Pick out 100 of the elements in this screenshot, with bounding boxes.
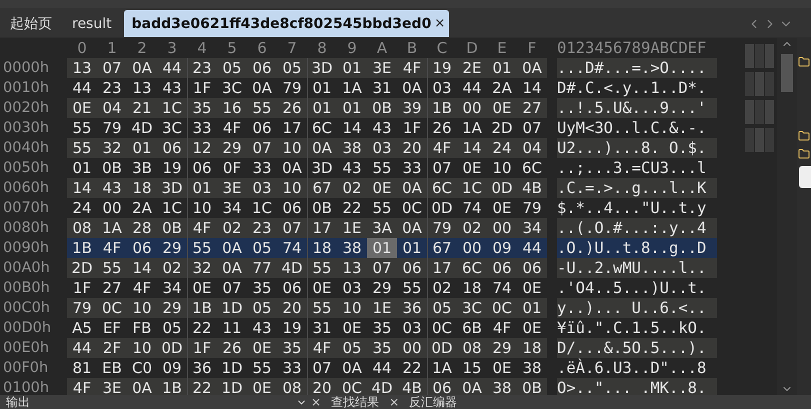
hex-byte[interactable]: 0E xyxy=(457,158,487,178)
hex-byte[interactable]: 74 xyxy=(457,198,487,218)
hex-byte[interactable]: 01 xyxy=(127,138,157,158)
hex-byte[interactable]: 05 xyxy=(157,318,187,338)
hex-byte[interactable]: 22 xyxy=(397,358,427,378)
hex-byte[interactable]: 0C xyxy=(487,298,517,318)
hex-byte[interactable]: 01 xyxy=(397,238,427,258)
hex-byte[interactable]: 6B xyxy=(457,318,487,338)
hex-byte[interactable]: 22 xyxy=(337,198,367,218)
hex-byte[interactable]: 0A xyxy=(247,78,277,98)
hex-byte[interactable]: 43 xyxy=(97,178,127,198)
hex-byte[interactable]: 08 xyxy=(67,218,97,238)
hex-byte[interactable]: 1E xyxy=(337,218,367,238)
hex-byte[interactable]: 74 xyxy=(487,278,517,298)
hex-byte[interactable]: 1C xyxy=(157,98,187,118)
hex-byte[interactable]: 4F xyxy=(127,278,157,298)
hex-byte[interactable]: 0C xyxy=(97,298,127,318)
scrollbar-thumb[interactable] xyxy=(781,54,793,92)
hex-byte[interactable]: 24 xyxy=(67,198,97,218)
hex-byte[interactable]: 55 xyxy=(397,278,427,298)
hex-byte[interactable]: 3C xyxy=(217,78,247,98)
hex-byte[interactable]: 44 xyxy=(367,358,397,378)
hex-byte[interactable]: 0A xyxy=(397,218,427,238)
hex-byte[interactable]: 55 xyxy=(307,258,337,278)
hex-byte[interactable]: 0E xyxy=(487,198,517,218)
hex-byte[interactable]: 03 xyxy=(337,278,367,298)
hex-byte[interactable]: 1C xyxy=(157,198,187,218)
hex-byte[interactable]: 29 xyxy=(487,338,517,358)
hex-byte[interactable]: 07 xyxy=(97,58,127,78)
hex-byte[interactable]: 0D xyxy=(427,338,457,358)
hex-byte[interactable]: 08 xyxy=(457,338,487,358)
hex-byte[interactable]: 02 xyxy=(217,218,247,238)
hex-byte[interactable]: 06 xyxy=(187,158,217,178)
hex-byte[interactable]: 1A xyxy=(427,358,457,378)
hex-byte[interactable]: A5 xyxy=(67,318,97,338)
hex-byte[interactable]: 35 xyxy=(367,338,397,358)
hex-byte[interactable]: 18 xyxy=(457,278,487,298)
hex-byte[interactable]: 38 xyxy=(517,358,547,378)
hex-byte[interactable]: 67 xyxy=(307,178,337,198)
hex-byte[interactable]: 0E xyxy=(337,318,367,338)
tab[interactable]: badd3e0621ff43de8cf802545bbd3ed0 × xyxy=(124,10,450,37)
hex-byte[interactable]: 34 xyxy=(217,198,247,218)
hex-byte[interactable]: 19 xyxy=(157,158,187,178)
hex-byte[interactable]: 55 xyxy=(187,238,217,258)
hex-byte[interactable]: 29 xyxy=(217,138,247,158)
hex-byte[interactable]: 06 xyxy=(277,278,307,298)
hex-byte[interactable]: 05 xyxy=(247,298,277,318)
folder-icon[interactable] xyxy=(798,130,810,142)
hex-byte[interactable]: 6C xyxy=(517,158,547,178)
hex-byte[interactable]: 0A xyxy=(127,58,157,78)
hex-byte[interactable]: 55 xyxy=(67,138,97,158)
hex-byte[interactable]: 0A xyxy=(277,158,307,178)
hex-byte[interactable]: 33 xyxy=(397,158,427,178)
hex-byte[interactable]: 15 xyxy=(457,358,487,378)
hex-byte[interactable]: 17 xyxy=(427,258,457,278)
hex-byte[interactable]: 1C xyxy=(247,198,277,218)
hex-byte[interactable]: 0E xyxy=(367,178,397,198)
hex-byte[interactable]: 13 xyxy=(67,58,97,78)
hex-byte[interactable]: 22 xyxy=(187,318,217,338)
hex-byte[interactable]: 06 xyxy=(247,58,277,78)
hex-byte[interactable]: C0 xyxy=(127,358,157,378)
hex-byte[interactable]: 18 xyxy=(127,178,157,198)
hex-byte[interactable]: 35 xyxy=(247,278,277,298)
hex-byte[interactable]: 1F xyxy=(187,78,217,98)
hex-byte[interactable]: 23 xyxy=(187,58,217,78)
hex-byte[interactable]: 10 xyxy=(127,338,157,358)
hex-byte[interactable]: 81 xyxy=(67,358,97,378)
hex-byte[interactable]: 19 xyxy=(277,318,307,338)
hex-byte[interactable]: 1A xyxy=(457,118,487,138)
hex-byte[interactable]: 14 xyxy=(337,118,367,138)
hex-byte[interactable]: 2D xyxy=(67,258,97,278)
hex-byte[interactable]: 38 xyxy=(337,138,367,158)
hex-byte[interactable]: 01 xyxy=(187,178,217,198)
hex-byte[interactable]: 4F xyxy=(187,218,217,238)
hex-byte[interactable]: 55 xyxy=(367,198,397,218)
hex-byte[interactable]: 23 xyxy=(247,218,277,238)
panel-tab[interactable]: 查找结果 xyxy=(325,395,386,409)
hex-byte[interactable]: 14 xyxy=(457,138,487,158)
hex-byte[interactable]: 0E xyxy=(487,358,517,378)
hex-byte[interactable]: 14 xyxy=(517,78,547,98)
hex-byte[interactable]: 06 xyxy=(277,198,307,218)
hex-byte[interactable]: 01 xyxy=(337,58,367,78)
hex-byte[interactable]: 26 xyxy=(217,338,247,358)
hex-byte[interactable]: 0E xyxy=(517,278,547,298)
hex-byte[interactable]: 4F xyxy=(487,318,517,338)
hex-byte[interactable]: 4F xyxy=(397,58,427,78)
hex-byte[interactable]: 3D xyxy=(157,178,187,198)
hex-byte[interactable]: 79 xyxy=(67,298,97,318)
hex-byte[interactable]: 0E xyxy=(487,98,517,118)
hex-byte[interactable]: 6C xyxy=(427,178,457,198)
hex-byte[interactable]: 00 xyxy=(397,338,427,358)
hex-byte[interactable]: 03 xyxy=(397,318,427,338)
hex-byte[interactable]: 01 xyxy=(337,98,367,118)
hex-byte[interactable]: 0F xyxy=(217,158,247,178)
hex-byte[interactable]: 3A xyxy=(367,218,397,238)
hex-byte[interactable]: 0E xyxy=(67,98,97,118)
hex-byte[interactable]: 35 xyxy=(187,98,217,118)
hex-byte[interactable]: 77 xyxy=(247,258,277,278)
hex-byte[interactable]: 17 xyxy=(277,118,307,138)
hex-byte[interactable]: 36 xyxy=(397,298,427,318)
